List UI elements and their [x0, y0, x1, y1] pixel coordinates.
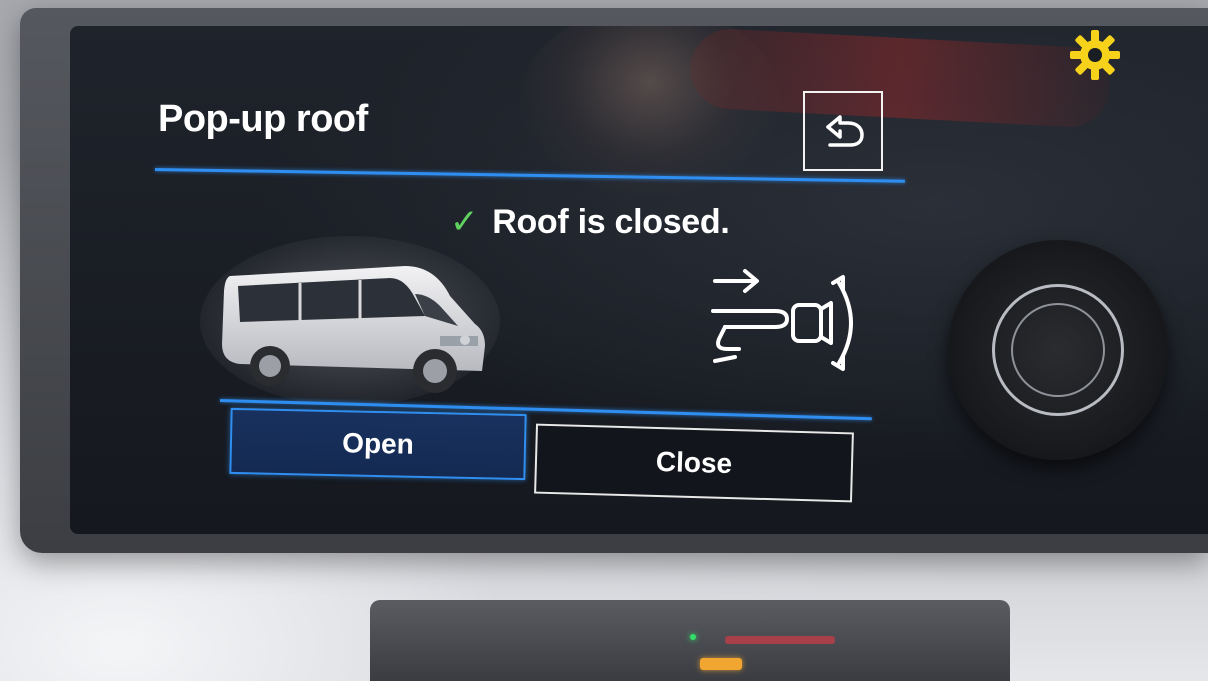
screen-reflection — [520, 26, 780, 196]
gear-icon — [1070, 30, 1120, 80]
console-indicator-amber — [700, 658, 742, 670]
open-roof-button[interactable]: Open — [229, 407, 527, 481]
screen-reflection-red — [688, 27, 1112, 129]
swipe-gesture-icon — [711, 269, 853, 371]
back-arrow-icon — [826, 115, 864, 147]
dashboard-console — [370, 600, 1010, 681]
car-dashboard-scene: Pop-up roof ✓ Roof is closed. Open Close — [0, 0, 1208, 681]
knob-inner-ring — [1011, 303, 1105, 397]
knob-outer-ring — [992, 284, 1124, 416]
close-roof-button[interactable]: Close — [534, 423, 854, 503]
roof-status-text: Roof is closed. — [492, 202, 730, 241]
console-indicator-red — [725, 636, 835, 644]
status-led — [690, 634, 696, 640]
page-title: Pop-up roof — [158, 98, 368, 140]
van-image — [200, 236, 500, 406]
back-button[interactable] — [803, 91, 883, 171]
header-divider — [154, 168, 905, 183]
rotary-knob[interactable] — [948, 240, 1168, 460]
